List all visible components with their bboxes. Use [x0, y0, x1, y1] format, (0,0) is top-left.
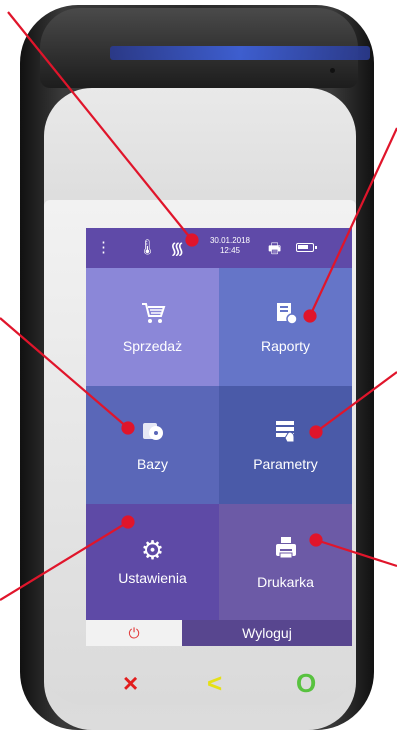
bottom-bar: ⏻ Wyloguj [86, 620, 352, 646]
tile-label: Ustawienia [118, 570, 187, 586]
hw-cancel-key[interactable]: × [123, 670, 138, 696]
tile-label: Parametry [253, 455, 318, 472]
screen: ⋮ 🌡 ᯾ 30.01.2018 12:45 🖶 Sprzedaż Raport… [86, 228, 352, 646]
wifi-icon: ᯾ [170, 239, 185, 258]
card-slot-light [110, 46, 370, 60]
thermometer-signal-icon: 🌡 [138, 239, 158, 256]
status-datetime: 30.01.2018 12:45 [204, 236, 256, 256]
status-date: 30.01.2018 [209, 236, 251, 245]
tile-sprzedaz[interactable]: Sprzedaż [86, 268, 219, 386]
tile-label: Sprzedaż [122, 337, 183, 354]
tile-label: Drukarka [257, 573, 314, 590]
hw-back-key[interactable]: < [207, 670, 222, 696]
power-button[interactable]: ⏻ [86, 620, 182, 646]
cart-icon [140, 301, 166, 330]
tile-ustawienia[interactable]: ⚙ Ustawienia [86, 504, 219, 620]
tile-label: Bazy [136, 455, 169, 472]
menu-grid: Sprzedaż Raporty Bazy Parametry ⚙ Ustawi… [86, 268, 352, 620]
vertical-dots-icon[interactable]: ⋮ [96, 238, 111, 256]
parameters-icon [272, 419, 300, 448]
status-time: 12:45 [219, 246, 241, 255]
tile-raporty[interactable]: Raporty [219, 268, 352, 386]
battery-icon [296, 243, 317, 252]
gear-icon: ⚙ [140, 535, 165, 565]
sensor-dot [330, 68, 335, 73]
status-bar: ⋮ 🌡 ᯾ 30.01.2018 12:45 🖶 [86, 228, 352, 268]
tile-drukarka[interactable]: Drukarka [219, 504, 352, 620]
printer-icon: 🖶 [268, 240, 282, 256]
terminal-top-cap [40, 8, 370, 88]
tile-parametry[interactable]: Parametry [219, 386, 352, 504]
power-icon: ⏻ [128, 624, 140, 641]
logout-button[interactable]: Wyloguj [182, 620, 352, 646]
tile-label: Raporty [260, 337, 311, 354]
tile-bazy[interactable]: Bazy [86, 386, 219, 504]
database-icon [140, 419, 166, 448]
report-icon [274, 301, 298, 330]
hw-ok-key[interactable]: O [296, 670, 316, 696]
printer-icon [273, 535, 299, 566]
